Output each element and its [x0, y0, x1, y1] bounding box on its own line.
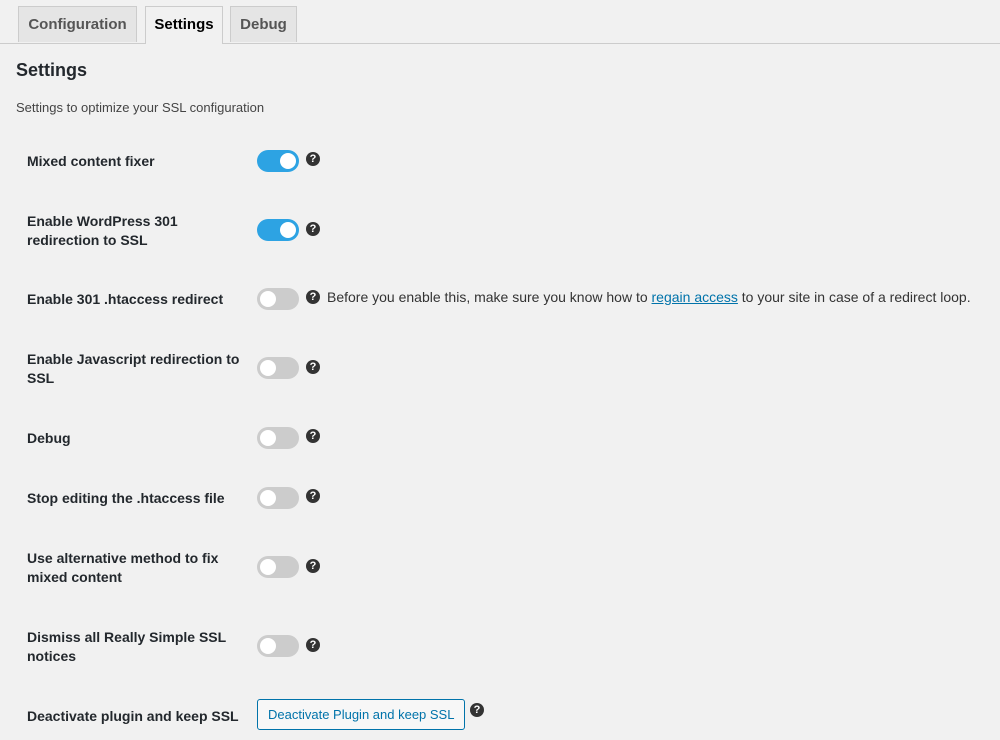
- tab-bar: Configuration Settings Debug: [0, 0, 1000, 44]
- setting-label: Enable WordPress 301 redirection to SSL: [27, 213, 178, 248]
- setting-label: Mixed content fixer: [27, 153, 155, 169]
- wp-301-redirect-toggle[interactable]: [257, 219, 299, 241]
- help-icon[interactable]: ?: [306, 429, 320, 443]
- note-text: to your site in case of a redirect loop.: [737, 289, 971, 305]
- note-text: Before you enable this, make sure you kn…: [327, 289, 652, 305]
- dismiss-notices-toggle[interactable]: [257, 635, 299, 657]
- tab-configuration[interactable]: Configuration: [18, 6, 137, 42]
- help-icon[interactable]: ?: [306, 222, 320, 236]
- debug-toggle[interactable]: [257, 427, 299, 449]
- toggle-knob: [280, 153, 296, 169]
- help-icon[interactable]: ?: [306, 638, 320, 652]
- help-icon[interactable]: ?: [306, 559, 320, 573]
- setting-label: Stop editing the .htaccess file: [27, 490, 225, 506]
- htaccess-redirect-toggle[interactable]: [257, 288, 299, 310]
- setting-label: Debug: [27, 430, 71, 446]
- help-icon[interactable]: ?: [306, 152, 320, 166]
- help-icon[interactable]: ?: [306, 290, 320, 304]
- section-title: Settings: [16, 60, 88, 80]
- setting-label: Enable 301 .htaccess redirect: [27, 291, 224, 307]
- deactivate-plugin-button[interactable]: Deactivate Plugin and keep SSL: [257, 699, 466, 730]
- setting-label: Use alternative method to fix mixed cont…: [27, 550, 219, 585]
- toggle-knob: [260, 490, 276, 506]
- alternative-mixed-content-toggle[interactable]: [257, 556, 299, 578]
- tab-settings[interactable]: Settings: [145, 6, 223, 44]
- toggle-knob: [260, 360, 276, 376]
- regain-access-link[interactable]: regain access: [652, 289, 738, 305]
- setting-label: Enable Javascript redirection to SSL: [27, 351, 240, 386]
- javascript-redirect-toggle[interactable]: [257, 357, 299, 379]
- stop-editing-htaccess-toggle[interactable]: [257, 487, 299, 509]
- toggle-knob: [260, 291, 276, 307]
- toggle-knob: [260, 430, 276, 446]
- help-icon[interactable]: ?: [306, 360, 320, 374]
- help-icon[interactable]: ?: [306, 489, 320, 503]
- toggle-knob: [260, 559, 276, 575]
- htaccess-warning-note: Before you enable this, make sure you kn…: [327, 289, 971, 305]
- setting-label: Deactivate plugin and keep SSL: [27, 708, 239, 724]
- setting-label: Dismiss all Really Simple SSL notices: [27, 629, 226, 664]
- mixed-content-fixer-toggle[interactable]: [257, 150, 299, 172]
- help-icon[interactable]: ?: [470, 703, 484, 717]
- toggle-knob: [260, 638, 276, 654]
- toggle-knob: [280, 222, 296, 238]
- tab-debug[interactable]: Debug: [230, 6, 297, 42]
- section-description: Settings to optimize your SSL configurat…: [16, 100, 265, 115]
